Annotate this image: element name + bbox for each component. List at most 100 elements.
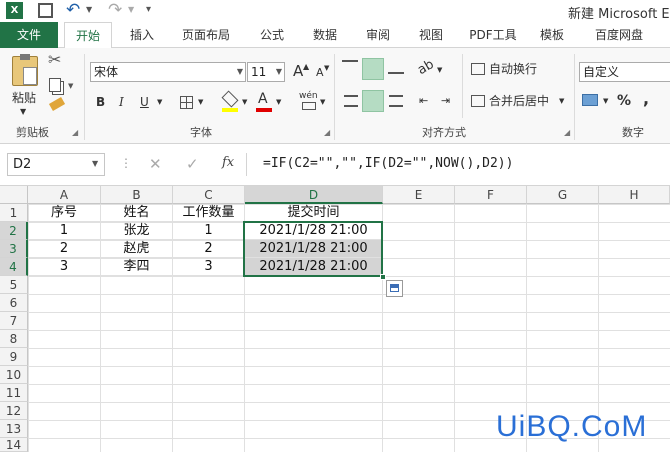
column-header-b[interactable]: B: [101, 186, 173, 204]
tab-page-layout[interactable]: 页面布局: [174, 22, 238, 48]
row-header[interactable]: 1: [0, 204, 28, 222]
cell-c4[interactable]: 3: [173, 258, 245, 276]
tab-baidu-netdisk[interactable]: 百度网盘: [586, 22, 652, 48]
merge-center-icon[interactable]: [471, 95, 485, 107]
tab-view[interactable]: 视图: [411, 22, 451, 48]
cell-c1[interactable]: 工作数量: [173, 204, 245, 222]
fill-color-icon[interactable]: [221, 90, 239, 108]
tab-data[interactable]: 数据: [305, 22, 345, 48]
row-header[interactable]: 12: [0, 402, 28, 420]
cell-c3[interactable]: 2: [173, 240, 245, 258]
copy-icon[interactable]: [49, 78, 61, 92]
orientation-dropdown-icon[interactable]: ▼: [437, 60, 442, 80]
clipboard-launcher-icon[interactable]: ◢: [72, 128, 78, 137]
font-color-dropdown-icon[interactable]: ▼: [276, 92, 281, 112]
format-painter-icon[interactable]: [48, 97, 66, 111]
phonetic-dropdown-icon[interactable]: ▼: [320, 92, 325, 112]
tab-home[interactable]: 开始: [64, 22, 112, 49]
orientation-icon[interactable]: ab: [414, 55, 438, 80]
shrink-font-button[interactable]: A: [316, 63, 324, 83]
row-header[interactable]: 9: [0, 348, 28, 366]
font-size-dropdown-icon[interactable]: ▼: [276, 63, 282, 81]
undo-icon[interactable]: ↶: [66, 0, 80, 20]
insert-function-button[interactable]: fx: [222, 155, 234, 170]
cell-b1[interactable]: 姓名: [101, 204, 173, 222]
column-header-e[interactable]: E: [383, 186, 455, 204]
select-all-corner[interactable]: [0, 186, 28, 204]
redo-icon[interactable]: ↷: [108, 0, 122, 20]
font-name-combo[interactable]: 宋体 ▼: [90, 62, 246, 82]
fill-color-dropdown-icon[interactable]: ▼: [242, 92, 247, 112]
font-name-dropdown-icon[interactable]: ▼: [237, 63, 243, 81]
grow-font-button[interactable]: A: [293, 61, 303, 81]
align-middle-icon[interactable]: [362, 58, 384, 80]
row-header[interactable]: 10: [0, 366, 28, 384]
tab-templates[interactable]: 模板: [532, 22, 572, 48]
name-box[interactable]: D2 ▼: [7, 153, 105, 176]
row-header[interactable]: 13: [0, 420, 28, 438]
cell-a2[interactable]: 1: [28, 222, 101, 240]
column-header-d[interactable]: D: [245, 186, 383, 204]
cell-a3[interactable]: 2: [28, 240, 101, 258]
redo-dropdown-icon[interactable]: ▼: [128, 5, 134, 14]
percent-button[interactable]: %: [617, 91, 631, 111]
tab-formulas[interactable]: 公式: [252, 22, 292, 48]
tab-pdf-tools[interactable]: PDF工具: [464, 22, 522, 48]
number-format-combo[interactable]: 自定义: [579, 62, 670, 82]
row-header[interactable]: 2: [0, 222, 28, 240]
paste-dropdown-icon[interactable]: ▼: [20, 102, 26, 122]
align-left-icon[interactable]: [344, 95, 358, 107]
paste-icon[interactable]: [12, 54, 38, 86]
align-right-icon[interactable]: [389, 95, 403, 107]
worksheet-grid[interactable]: A B C D E F G H 1 2 3 4 5 6 7 8 9 10 11 …: [0, 186, 670, 452]
italic-button[interactable]: I: [119, 92, 124, 112]
decrease-indent-icon[interactable]: ⇤: [419, 91, 428, 111]
merge-dropdown-icon[interactable]: ▼: [559, 91, 564, 111]
align-top-icon[interactable]: [342, 60, 358, 74]
underline-button[interactable]: U: [140, 92, 149, 112]
column-header-a[interactable]: A: [28, 186, 101, 204]
cell-a4[interactable]: 3: [28, 258, 101, 276]
underline-dropdown-icon[interactable]: ▼: [157, 92, 162, 112]
comma-button[interactable]: ,: [643, 89, 649, 109]
borders-icon[interactable]: [180, 96, 193, 109]
wrap-text-button[interactable]: 自动换行: [489, 59, 537, 79]
cut-icon[interactable]: ✂: [48, 50, 61, 69]
row-header[interactable]: 3: [0, 240, 28, 258]
row-header[interactable]: 7: [0, 312, 28, 330]
row-header[interactable]: 4: [0, 258, 28, 276]
cell-b2[interactable]: 张龙: [101, 222, 173, 240]
row-header[interactable]: 11: [0, 384, 28, 402]
cell-d1[interactable]: 提交时间: [245, 204, 383, 222]
align-bottom-icon[interactable]: [388, 60, 404, 74]
cancel-entry-icon[interactable]: ✕: [149, 155, 162, 173]
font-color-button[interactable]: A: [258, 89, 268, 109]
merge-center-button[interactable]: 合并后居中: [489, 91, 549, 111]
bold-button[interactable]: B: [96, 92, 105, 112]
tab-insert[interactable]: 插入: [122, 22, 162, 48]
row-header[interactable]: 8: [0, 330, 28, 348]
increase-indent-icon[interactable]: ⇥: [441, 91, 450, 111]
align-center-icon[interactable]: [362, 90, 384, 112]
column-header-g[interactable]: G: [527, 186, 599, 204]
quick-analysis-icon[interactable]: [386, 280, 403, 297]
row-header[interactable]: 5: [0, 276, 28, 294]
column-header-c[interactable]: C: [173, 186, 245, 204]
borders-dropdown-icon[interactable]: ▼: [198, 92, 203, 112]
cell-b4[interactable]: 李四: [101, 258, 173, 276]
wrap-text-icon[interactable]: [471, 63, 485, 75]
copy-dropdown-icon[interactable]: ▼: [68, 82, 73, 90]
font-size-combo[interactable]: 11 ▼: [247, 62, 285, 82]
accounting-format-icon[interactable]: [582, 94, 598, 106]
column-header-h[interactable]: H: [599, 186, 670, 204]
customize-toolbar-icon[interactable]: ▾: [146, 4, 151, 15]
alignment-launcher-icon[interactable]: ◢: [564, 128, 570, 137]
cell-c2[interactable]: 1: [173, 222, 245, 240]
accounting-dropdown-icon[interactable]: ▼: [603, 91, 608, 111]
font-launcher-icon[interactable]: ◢: [324, 128, 330, 137]
row-header[interactable]: 14: [0, 438, 28, 452]
cell-b3[interactable]: 赵虎: [101, 240, 173, 258]
name-box-dropdown-icon[interactable]: ▼: [92, 159, 98, 168]
save-icon[interactable]: [38, 3, 53, 18]
formula-bar-resize-icon[interactable]: ⋮: [120, 156, 132, 170]
